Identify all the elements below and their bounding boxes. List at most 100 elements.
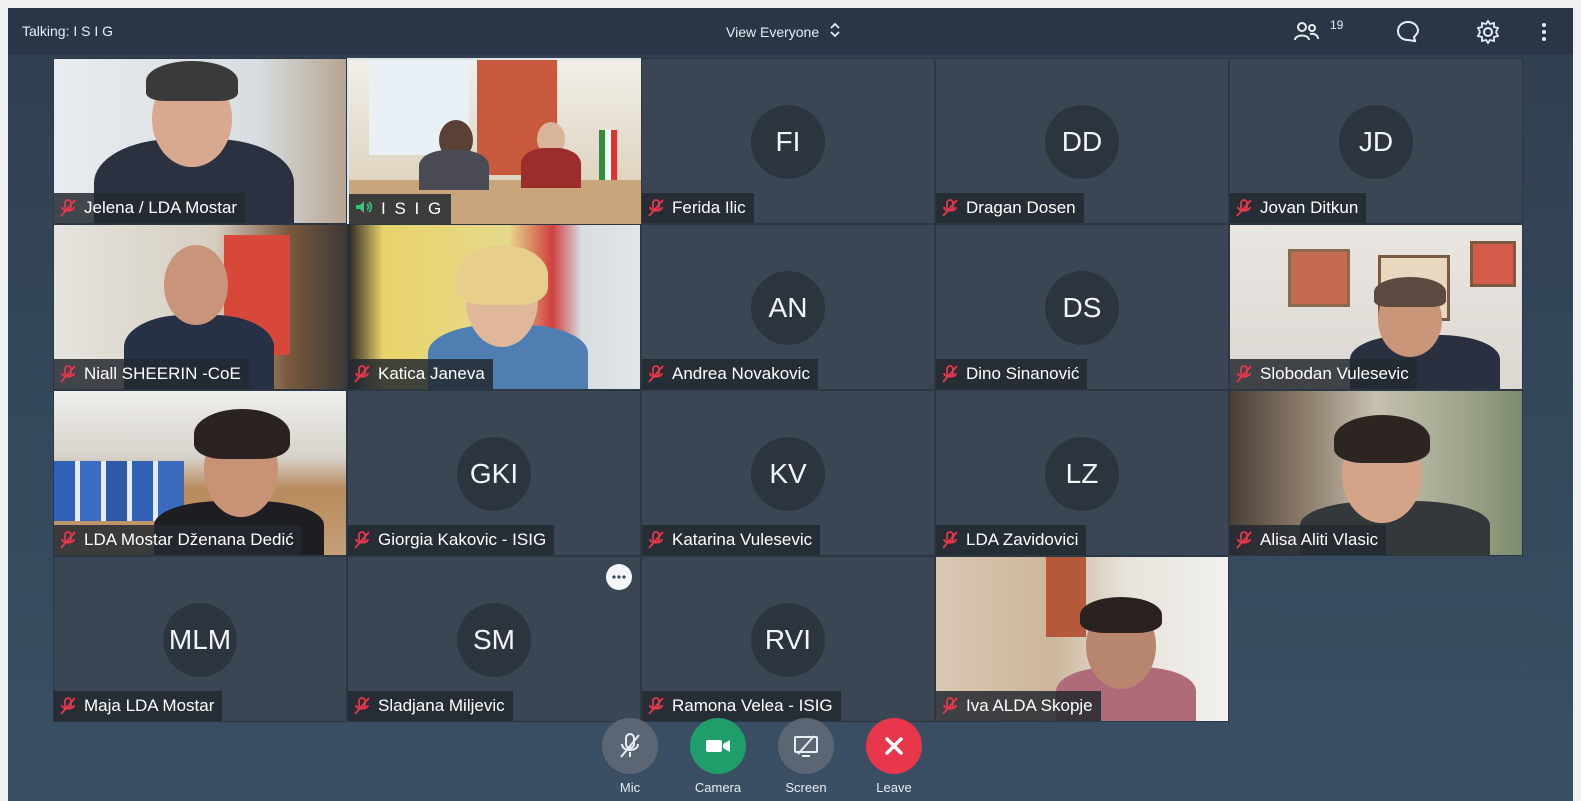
name-tag: Maja LDA Mostar bbox=[54, 691, 223, 721]
participant-name: I S I G bbox=[381, 199, 444, 218]
participant-name: Ferida Ilic bbox=[672, 198, 746, 217]
participant-tile[interactable]: FI Ferida Ilic bbox=[641, 58, 935, 224]
participant-tile[interactable]: SM Sladjana Miljevic bbox=[347, 556, 641, 722]
screen-share-button[interactable]: Screen bbox=[776, 718, 836, 795]
participant-tile[interactable]: Niall SHEERIN -CoE bbox=[53, 224, 347, 390]
participant-name: Katarina Vulesevic bbox=[672, 530, 813, 549]
participant-tile[interactable]: Jelena / LDA Mostar bbox=[53, 58, 347, 224]
avatar: LZ bbox=[1045, 437, 1119, 511]
participant-name: Niall SHEERIN -CoE bbox=[84, 364, 241, 383]
top-bar: Talking: I S I G View Everyone 19 bbox=[8, 8, 1573, 54]
mic-muted-icon bbox=[942, 531, 958, 549]
avatar: DD bbox=[1045, 105, 1119, 179]
mic-muted-icon bbox=[942, 199, 958, 217]
mic-muted-icon bbox=[648, 531, 664, 549]
mic-muted-icon bbox=[60, 199, 76, 217]
screen-share-off-icon bbox=[794, 735, 818, 757]
chat-icon[interactable] bbox=[1394, 18, 1422, 46]
participant-name: Giorgia Kakovic - ISIG bbox=[378, 530, 547, 549]
mic-muted-icon bbox=[942, 365, 958, 383]
participant-name: Jovan Ditkun bbox=[1260, 198, 1359, 217]
participant-tile[interactable]: GKI Giorgia Kakovic - ISIG bbox=[347, 390, 641, 556]
name-tag: LDA Mostar Dženana Dedić bbox=[54, 525, 302, 555]
avatar: DS bbox=[1045, 271, 1119, 345]
participant-name: Alisa Aliti Vlasic bbox=[1260, 530, 1379, 549]
window-frame-top bbox=[0, 0, 1581, 8]
avatar: FI bbox=[751, 105, 825, 179]
participant-tile[interactable]: Alisa Aliti Vlasic bbox=[1229, 390, 1523, 556]
participant-tile[interactable]: Iva ALDA Skopje bbox=[935, 556, 1229, 722]
name-tag: Iva ALDA Skopje bbox=[936, 691, 1101, 721]
mic-muted-icon bbox=[354, 531, 370, 549]
call-controls: Mic Camera Screen Leave bbox=[600, 718, 924, 795]
leave-button[interactable]: Leave bbox=[864, 718, 924, 795]
more-menu-icon[interactable] bbox=[1530, 18, 1558, 46]
participant-tile[interactable]: KV Katarina Vulesevic bbox=[641, 390, 935, 556]
name-tag: Giorgia Kakovic - ISIG bbox=[348, 525, 555, 555]
participant-tile[interactable]: JD Jovan Ditkun bbox=[1229, 58, 1523, 224]
mic-muted-icon bbox=[942, 697, 958, 715]
mic-off-icon bbox=[620, 733, 640, 758]
participant-name: LDA Mostar Dženana Dedić bbox=[84, 530, 294, 549]
participant-name: Dino Sinanović bbox=[966, 364, 1080, 383]
picture-frame-image bbox=[1470, 241, 1516, 287]
name-tag: Dino Sinanović bbox=[936, 359, 1088, 389]
screen-label: Screen bbox=[785, 780, 827, 795]
name-tag: LDA Zavidovici bbox=[936, 525, 1087, 555]
participant-tile[interactable]: RVI Ramona Velea - ISIG bbox=[641, 556, 935, 722]
name-tag: Sladjana Miljevic bbox=[348, 691, 513, 721]
camera-label: Camera bbox=[694, 780, 742, 795]
participant-name: Iva ALDA Skopje bbox=[966, 696, 1093, 715]
participant-tile[interactable]: LZ LDA Zavidovici bbox=[935, 390, 1229, 556]
camera-button[interactable]: Camera bbox=[688, 718, 748, 795]
name-tag: Slobodan Vulesevic bbox=[1230, 359, 1417, 389]
name-tag: Dragan Dosen bbox=[936, 193, 1084, 223]
participant-tile[interactable]: DD Dragan Dosen bbox=[935, 58, 1229, 224]
name-tag: Jovan Ditkun bbox=[1230, 193, 1367, 223]
picture-frame-image bbox=[1288, 249, 1350, 307]
participants-icon[interactable] bbox=[1293, 18, 1321, 46]
participant-name: Ramona Velea - ISIG bbox=[672, 696, 833, 715]
ellipsis-icon bbox=[612, 575, 626, 579]
avatar: RVI bbox=[751, 603, 825, 677]
flag-image bbox=[599, 130, 617, 180]
participant-tile[interactable]: AN Andrea Novakovic bbox=[641, 224, 935, 390]
name-tag: Andrea Novakovic bbox=[642, 359, 818, 389]
participant-name: Dragan Dosen bbox=[966, 198, 1076, 217]
participant-tile[interactable]: Katica Janeva bbox=[347, 224, 641, 390]
participant-name: Jelena / LDA Mostar bbox=[84, 198, 238, 217]
leave-label: Leave bbox=[876, 780, 912, 795]
participant-tile[interactable]: MLM Maja LDA Mostar bbox=[53, 556, 347, 722]
mic-muted-icon bbox=[1236, 199, 1252, 217]
participant-tile[interactable]: Slobodan Vulesevic bbox=[1229, 224, 1523, 390]
talking-indicator: Talking: I S I G bbox=[22, 23, 114, 39]
mic-button[interactable]: Mic bbox=[600, 718, 660, 795]
mic-label: Mic bbox=[619, 780, 641, 795]
name-tag: I S I G bbox=[349, 194, 452, 224]
more-options-button[interactable] bbox=[606, 564, 632, 590]
avatar: AN bbox=[751, 271, 825, 345]
participant-name: Slobodan Vulesevic bbox=[1260, 364, 1409, 383]
participant-tile[interactable]: DS Dino Sinanović bbox=[935, 224, 1229, 390]
camera-icon bbox=[706, 740, 730, 752]
avatar: KV bbox=[751, 437, 825, 511]
participants-count: 19 bbox=[1330, 18, 1344, 32]
mic-muted-icon bbox=[648, 365, 664, 383]
mic-muted-icon bbox=[60, 531, 76, 549]
name-tag: Katica Janeva bbox=[348, 359, 493, 389]
participant-tile-active-speaker[interactable]: I S I G bbox=[347, 58, 643, 226]
name-tag: Ferida Ilic bbox=[642, 193, 754, 223]
gear-icon[interactable] bbox=[1474, 18, 1502, 46]
avatar: JD bbox=[1339, 105, 1413, 179]
mic-muted-icon bbox=[60, 365, 76, 383]
mic-muted-icon bbox=[648, 199, 664, 217]
view-selector[interactable]: View Everyone bbox=[726, 21, 841, 42]
window-frame-right bbox=[1573, 0, 1581, 801]
mic-muted-icon bbox=[1236, 531, 1252, 549]
speaking-icon bbox=[355, 199, 373, 219]
mic-muted-icon bbox=[60, 697, 76, 715]
participant-tile[interactable]: LDA Mostar Dženana Dedić bbox=[53, 390, 347, 556]
name-tag: Katarina Vulesevic bbox=[642, 525, 821, 555]
window-frame-left bbox=[0, 0, 8, 801]
name-tag: Ramona Velea - ISIG bbox=[642, 691, 841, 721]
